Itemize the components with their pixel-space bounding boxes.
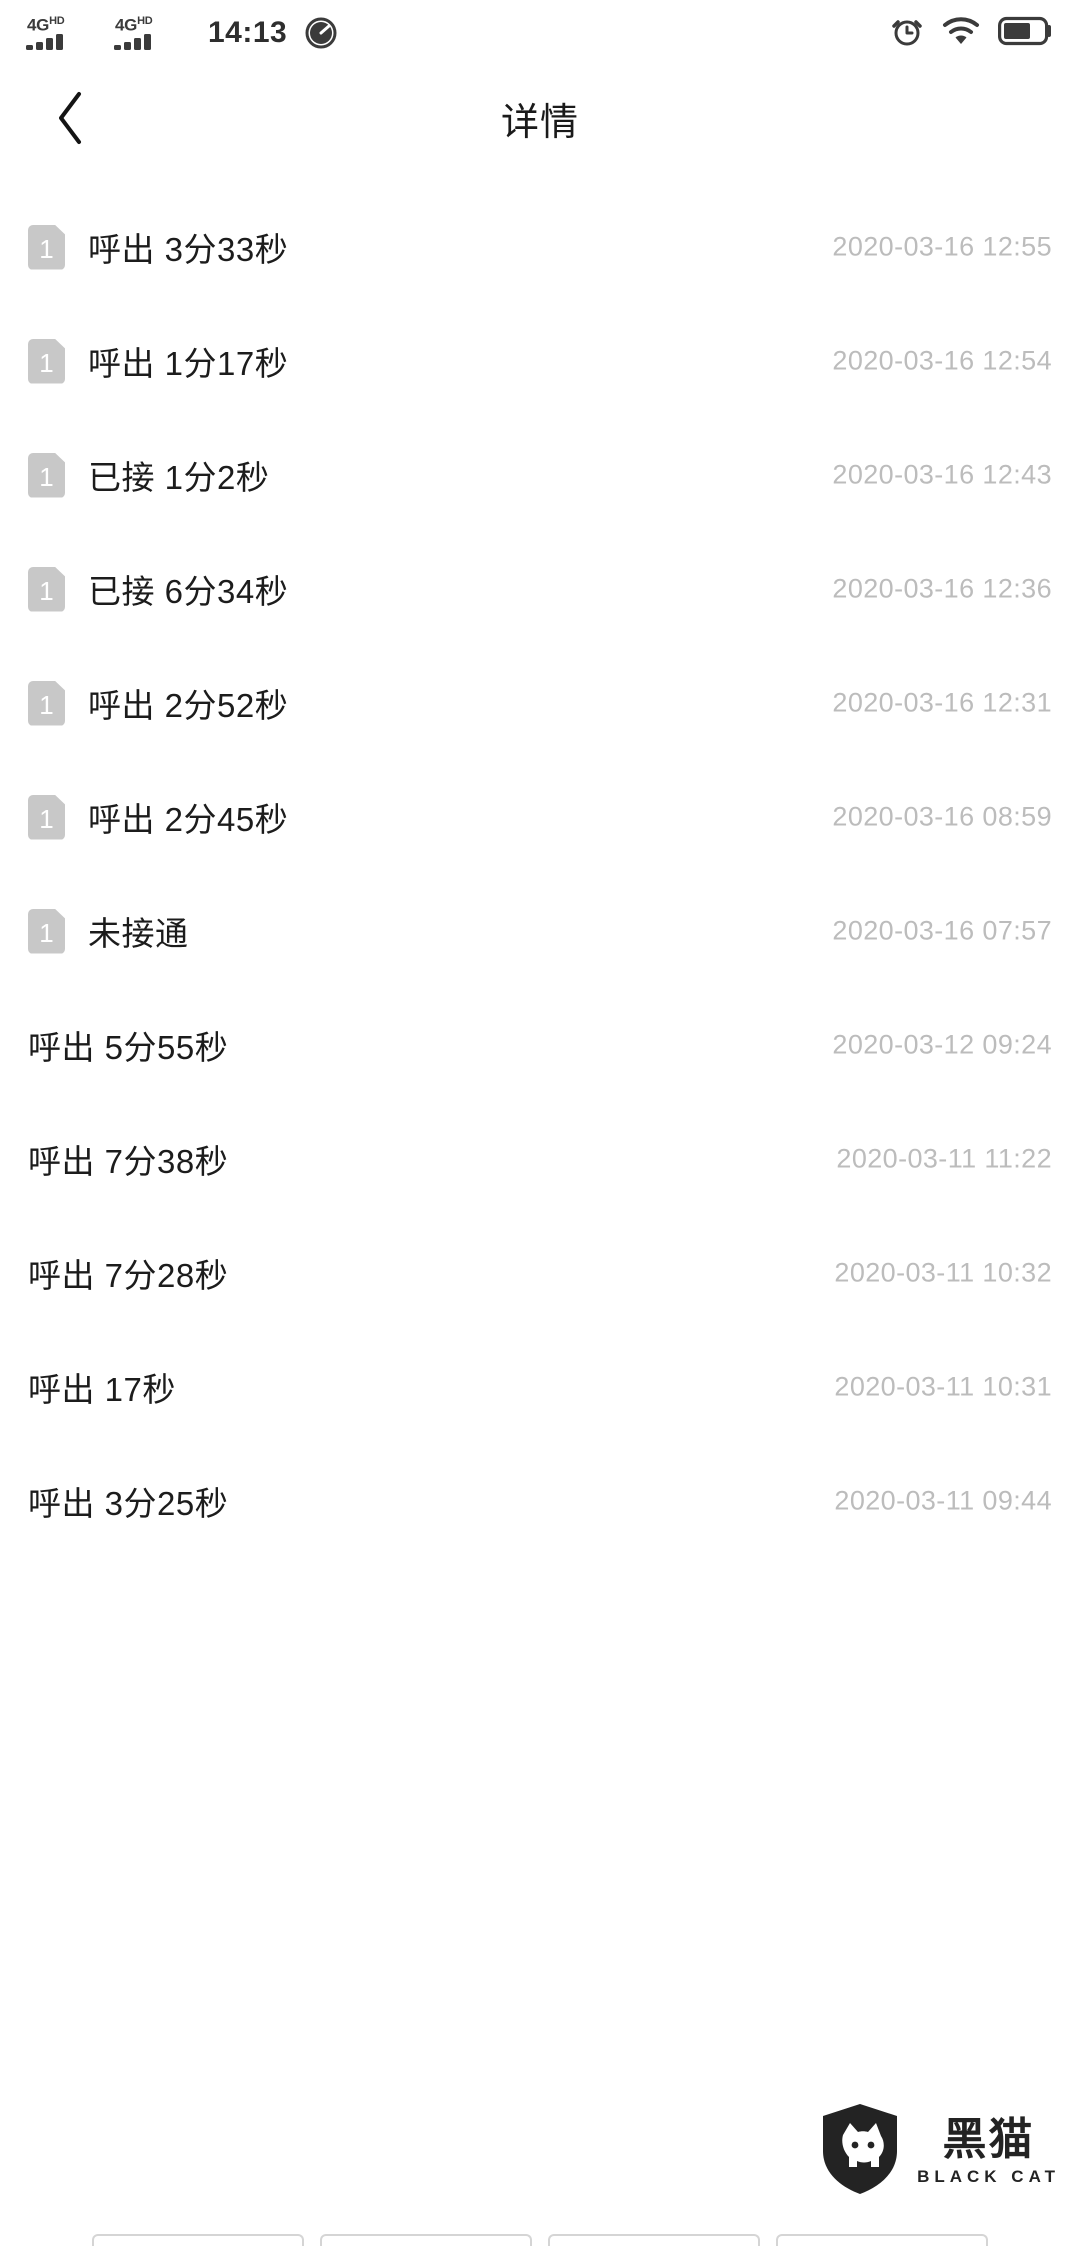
call-type-duration: 呼出 2分45秒 xyxy=(88,801,289,838)
call-row[interactable]: 1 未接通 2020-03-16 07:57 xyxy=(0,874,1080,988)
sim-card-icon: 1 xyxy=(28,566,65,612)
status-bar-left: 4GHD 4GHD 14:13 xyxy=(26,16,337,50)
call-timestamp: 2020-03-12 09:24 xyxy=(832,1029,1052,1060)
call-row[interactable]: 呼出 5分55秒 2020-03-12 09:24 xyxy=(0,988,1080,1102)
bottom-bar-segment[interactable] xyxy=(92,2234,304,2246)
status-bar-clock: 14:13 xyxy=(208,16,288,49)
call-row[interactable]: 1 呼出 3分33秒 2020-03-16 12:55 xyxy=(0,190,1080,304)
watermark-text: 黑猫 BLACK CAT xyxy=(917,2115,1060,2186)
speed-dial-icon xyxy=(305,17,337,49)
sim-card-icon: 1 xyxy=(28,680,65,726)
call-type-duration: 已接 6分34秒 xyxy=(88,573,289,610)
network-type-label-2: 4GHD xyxy=(115,15,153,35)
call-row[interactable]: 呼出 7分38秒 2020-03-11 11:22 xyxy=(0,1102,1080,1216)
call-type-duration: 呼出 7分38秒 xyxy=(28,1143,229,1180)
call-row[interactable]: 呼出 3分25秒 2020-03-11 09:44 xyxy=(0,1444,1080,1558)
call-timestamp: 2020-03-16 12:55 xyxy=(832,231,1052,262)
bottom-bar-segment[interactable] xyxy=(548,2234,760,2246)
call-timestamp: 2020-03-16 12:54 xyxy=(832,345,1052,376)
app-header: 详情 xyxy=(0,66,1080,170)
bottom-action-bar xyxy=(0,2234,1080,2256)
page-title: 详情 xyxy=(500,101,579,144)
call-type-duration: 呼出 17秒 xyxy=(28,1371,176,1408)
watermark-cn: 黑猫 xyxy=(942,2115,1035,2164)
call-type-duration: 未接通 xyxy=(88,915,189,952)
sim-card-number: 1 xyxy=(39,804,54,834)
bottom-bar-segment[interactable] xyxy=(320,2234,532,2246)
sim-card-number: 1 xyxy=(39,462,54,492)
status-bar: 4GHD 4GHD 14:13 xyxy=(0,0,1080,66)
alarm-clock-icon xyxy=(890,14,924,53)
signal-indicator-sim2: 4GHD xyxy=(114,16,192,50)
call-timestamp: 2020-03-16 12:36 xyxy=(832,573,1052,604)
call-type-duration: 呼出 5分55秒 xyxy=(28,1029,229,1066)
call-timestamp: 2020-03-16 12:31 xyxy=(832,687,1052,718)
signal-bars-icon-1 xyxy=(26,33,63,50)
signal-bars-icon-2 xyxy=(114,33,151,50)
bottom-bar-segment[interactable] xyxy=(776,2234,988,2246)
call-row[interactable]: 1 已接 1分2秒 2020-03-16 12:43 xyxy=(0,418,1080,532)
sim-card-icon: 1 xyxy=(28,908,65,954)
call-timestamp: 2020-03-16 08:59 xyxy=(832,801,1052,832)
call-row[interactable]: 呼出 17秒 2020-03-11 10:31 xyxy=(0,1330,1080,1444)
sim-card-number: 1 xyxy=(39,690,54,720)
call-row[interactable]: 呼出 7分28秒 2020-03-11 10:32 xyxy=(0,1216,1080,1330)
call-type-duration: 呼出 2分52秒 xyxy=(88,687,289,724)
call-timestamp: 2020-03-11 11:22 xyxy=(836,1143,1052,1174)
watermark: 黑猫 BLACK CAT xyxy=(817,2101,1060,2202)
call-timestamp: 2020-03-16 07:57 xyxy=(832,915,1052,946)
call-timestamp: 2020-03-11 09:44 xyxy=(834,1485,1052,1516)
battery-icon xyxy=(998,16,1054,51)
call-history-list: 1 呼出 3分33秒 2020-03-16 12:55 1 呼出 1分17秒 2020-0… xyxy=(0,190,1080,1558)
sim-card-icon: 1 xyxy=(28,452,65,498)
sim-card-number: 1 xyxy=(39,348,54,378)
watermark-en: BLACK CAT xyxy=(917,2167,1060,2186)
call-timestamp: 2020-03-11 10:31 xyxy=(834,1371,1052,1402)
call-timestamp: 2020-03-16 12:43 xyxy=(832,459,1052,490)
signal-indicator-sim1: 4GHD xyxy=(26,16,104,50)
network-type-label-1: 4GHD xyxy=(27,15,65,35)
sim-card-number: 1 xyxy=(39,576,54,606)
wifi-icon xyxy=(942,16,980,51)
call-row[interactable]: 1 呼出 2分52秒 2020-03-16 12:31 xyxy=(0,646,1080,760)
sim-card-icon: 1 xyxy=(28,794,65,840)
call-type-duration: 呼出 3分33秒 xyxy=(88,231,289,268)
sim-card-icon: 1 xyxy=(28,338,65,384)
call-type-duration: 呼出 1分17秒 xyxy=(88,345,289,382)
call-type-duration: 已接 1分2秒 xyxy=(88,459,270,496)
status-bar-right xyxy=(890,14,1054,53)
back-button[interactable] xyxy=(32,80,108,156)
sim-card-number: 1 xyxy=(39,234,54,264)
call-type-duration: 呼出 7分28秒 xyxy=(28,1257,229,1294)
call-row[interactable]: 1 已接 6分34秒 2020-03-16 12:36 xyxy=(0,532,1080,646)
black-cat-shield-icon xyxy=(817,2101,903,2202)
call-row[interactable]: 1 呼出 1分17秒 2020-03-16 12:54 xyxy=(0,304,1080,418)
call-timestamp: 2020-03-11 10:32 xyxy=(834,1257,1052,1288)
sim-card-number: 1 xyxy=(39,918,54,948)
call-row[interactable]: 1 呼出 2分45秒 2020-03-16 08:59 xyxy=(0,760,1080,874)
sim-card-icon: 1 xyxy=(28,224,65,270)
call-type-duration: 呼出 3分25秒 xyxy=(28,1485,229,1522)
